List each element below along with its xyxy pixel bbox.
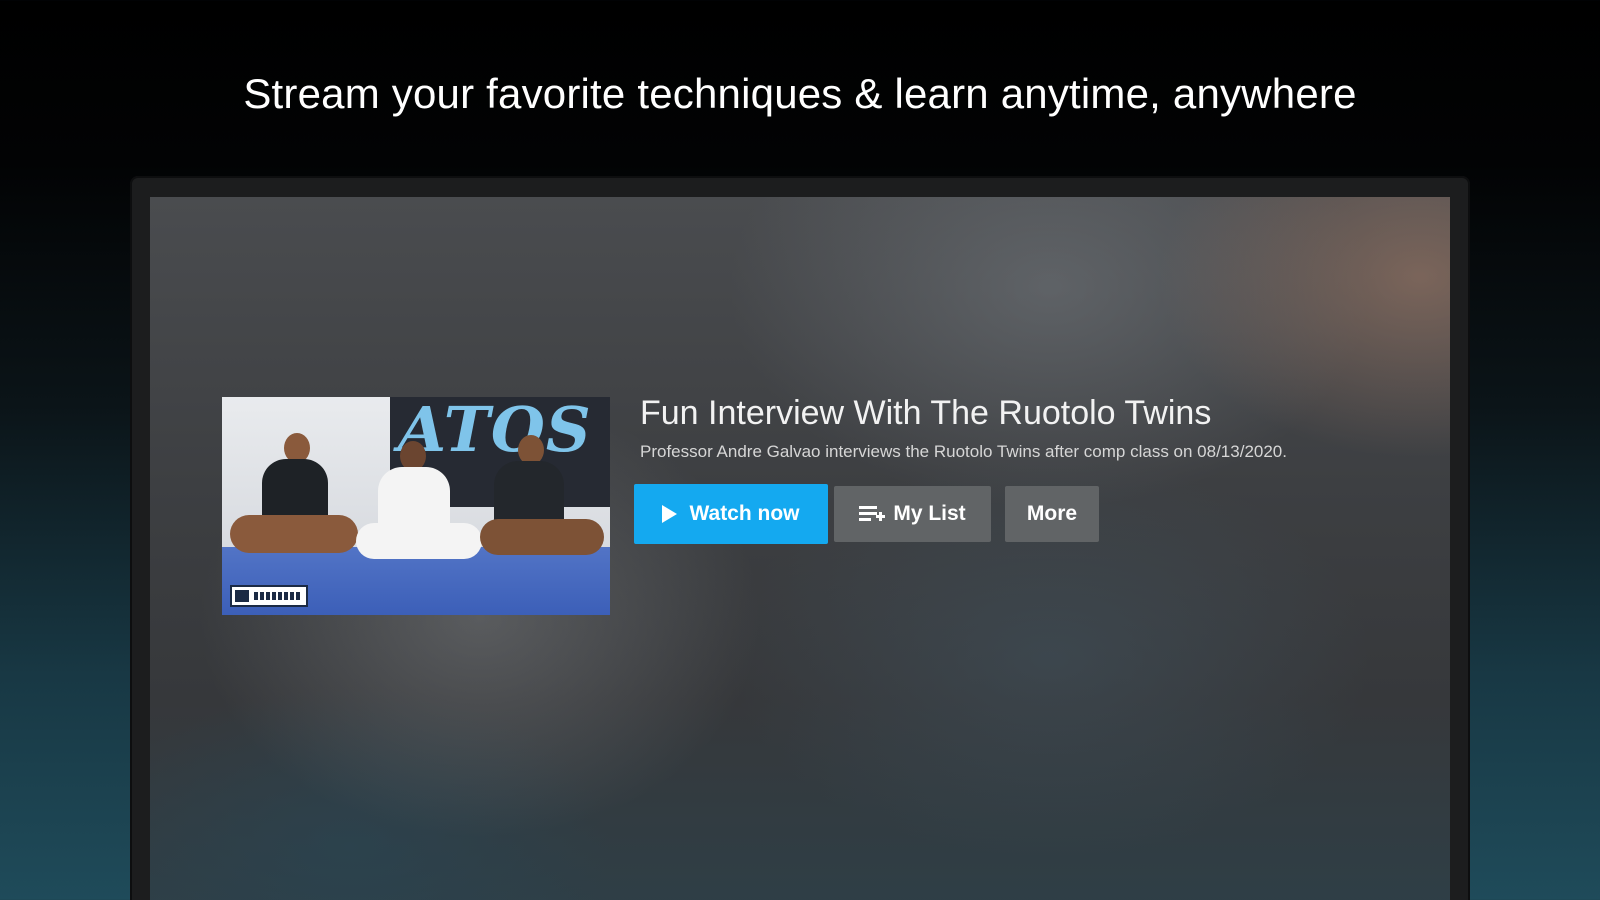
video-info: Fun Interview With The Ruotolo Twins Pro… [640, 393, 1400, 463]
watch-now-label: Watch now [689, 502, 800, 525]
more-button[interactable]: More [1005, 486, 1099, 542]
tv-screen: ATOS Fun Interview With The Ruotolo Twin… [150, 197, 1450, 900]
playlist-add-icon [859, 504, 886, 524]
promo-headline: Stream your favorite techniques & learn … [243, 70, 1357, 117]
action-buttons: Watch now My List More [634, 484, 1099, 544]
video-description: Professor Andre Galvao interviews the Ru… [640, 442, 1287, 461]
video-thumbnail[interactable]: ATOS [222, 397, 610, 615]
thumbnail-banner-text: ATOS [398, 397, 592, 466]
my-list-button[interactable]: My List [834, 486, 991, 542]
my-list-label: My List [893, 502, 966, 525]
play-icon [662, 505, 678, 523]
thumbnail-watermark-logo [230, 585, 308, 607]
video-title: Fun Interview With The Ruotolo Twins [640, 394, 1212, 432]
watch-now-button[interactable]: Watch now [634, 484, 828, 544]
more-label: More [1026, 502, 1078, 525]
